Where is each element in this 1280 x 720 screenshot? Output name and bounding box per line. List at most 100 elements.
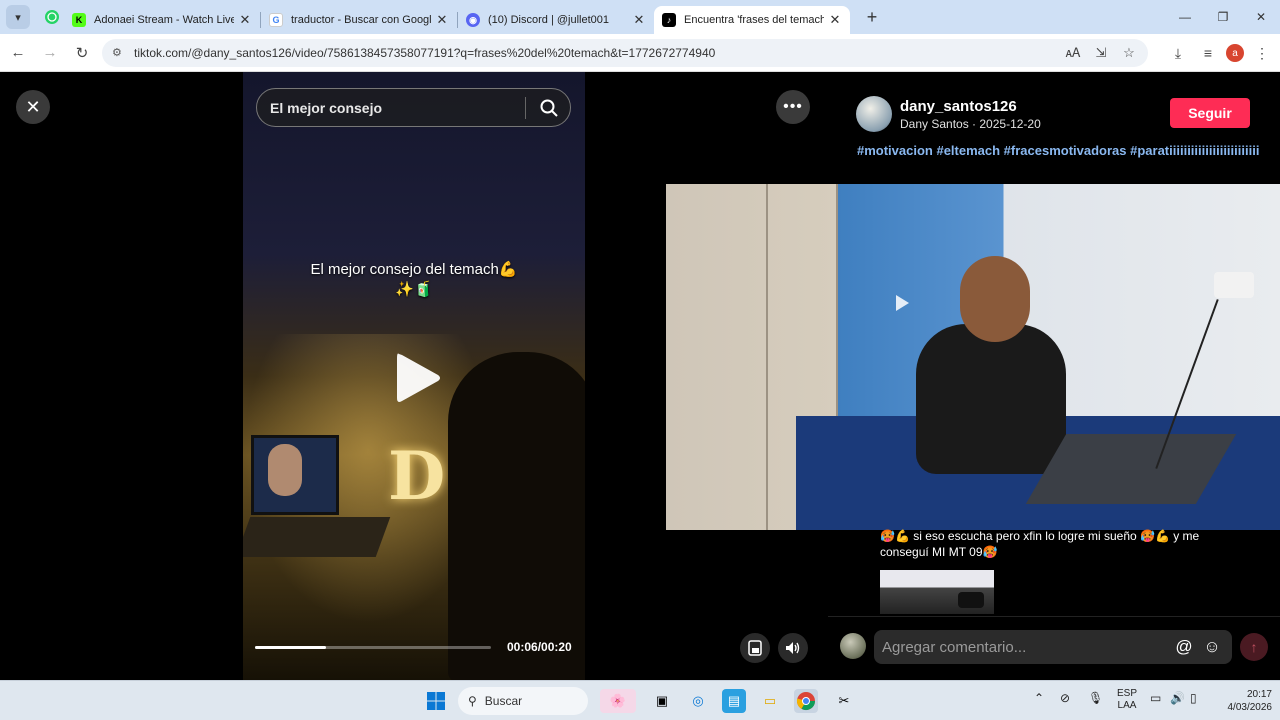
- site-info-icon[interactable]: ⚙: [112, 46, 126, 60]
- pip-toggle-icon: [748, 640, 762, 656]
- tab-tiktok[interactable]: ♪ Encuentra 'frases del temach' e ✕: [654, 6, 850, 34]
- video-lamp-letter: D: [388, 437, 446, 515]
- volume-icon[interactable]: 🔊: [1170, 691, 1185, 705]
- wardrobe-edge: [766, 184, 768, 530]
- battery-icon[interactable]: ▯: [1190, 691, 1197, 705]
- file-explorer-icon[interactable]: ▭: [758, 689, 782, 713]
- close-video-button[interactable]: ✕: [16, 90, 50, 124]
- wifi-icon[interactable]: ▭: [1150, 691, 1161, 705]
- close-tab-icon[interactable]: ✕: [828, 12, 842, 28]
- google-icon: G: [269, 13, 283, 27]
- url-text: tiktok.com/@dany_santos126/video/7586138…: [134, 46, 716, 60]
- tiktok-page: ✕ D El mejor consejo El mejor consejo de…: [0, 72, 1280, 680]
- progress-fill: [255, 646, 326, 649]
- video-time: 00:06/00:20: [507, 640, 572, 654]
- menu-kebab-icon[interactable]: ⋮: [1250, 39, 1274, 67]
- whatsapp-tab-icon[interactable]: [40, 5, 64, 29]
- microphone-icon[interactable]: 🎙: [1088, 691, 1103, 705]
- post-hashtags[interactable]: #motivacion #eltemach #fracesmotivadoras…: [857, 142, 1267, 160]
- pip-toggle-button[interactable]: [740, 633, 770, 663]
- close-window-button[interactable]: ✕: [1242, 0, 1280, 34]
- taskbar-search-label: Buscar: [484, 694, 523, 708]
- search-icon: ⚲: [468, 694, 477, 708]
- windows-taskbar: ⚲ Buscar 🌸 ▣ ◎ ▤ ▭ ✂ ⌃ ⊘ 🎙 ESP LAA ▭ 🔊 ▯…: [0, 680, 1280, 720]
- more-options-button[interactable]: •••: [776, 90, 810, 124]
- widgets-icon[interactable]: 🌸: [600, 689, 636, 713]
- minimize-button[interactable]: —: [1166, 0, 1204, 34]
- chrome-icon[interactable]: [794, 689, 818, 713]
- play-icon[interactable]: [393, 350, 443, 406]
- profile-avatar[interactable]: a: [1226, 44, 1244, 62]
- close-tab-icon[interactable]: ✕: [632, 12, 646, 28]
- install-app-icon[interactable]: ⇲: [1092, 44, 1110, 62]
- author-avatar[interactable]: [856, 96, 892, 132]
- new-tab-button[interactable]: +: [860, 5, 884, 29]
- comment-composer: Agregar comentario... @ ☺ ↑: [828, 616, 1280, 680]
- comment-placeholder: Agregar comentario...: [882, 638, 1027, 656]
- post-author[interactable]: dany_santos126 Dany Santos · 2025-12-20: [856, 96, 1041, 132]
- tab-kick[interactable]: K Adonaei Stream - Watch Live o ✕: [64, 6, 260, 34]
- picture-in-picture-video[interactable]: [666, 184, 1280, 530]
- taskbar-search[interactable]: ⚲ Buscar: [458, 687, 588, 715]
- store-icon[interactable]: ▤: [722, 689, 746, 713]
- mention-icon[interactable]: @: [1174, 637, 1194, 657]
- video-caption: El mejor consejo del temach💪✨🧃: [310, 261, 518, 298]
- user-avatar: [840, 633, 866, 659]
- comment-image[interactable]: [880, 570, 994, 614]
- discord-icon: ◉: [466, 13, 480, 27]
- search-icon[interactable]: [538, 97, 560, 119]
- address-bar-row: ← → ↻ ⚙ tiktok.com/@dany_santos126/video…: [0, 34, 1280, 72]
- windows-logo-icon: [427, 692, 445, 710]
- clock-date: 4/03/2026: [1227, 702, 1273, 713]
- lang-layout: LAA: [1117, 700, 1137, 711]
- video-search-value: El mejor consejo: [270, 99, 383, 116]
- task-view-icon[interactable]: ▣: [650, 689, 674, 713]
- pip-person-body: [916, 324, 1066, 474]
- edge-icon[interactable]: ◎: [686, 689, 710, 713]
- video-progress-bar[interactable]: [255, 646, 491, 649]
- comment-input[interactable]: Agregar comentario... @ ☺: [874, 630, 1232, 664]
- close-tab-icon[interactable]: ✕: [238, 12, 252, 28]
- tray-overflow-icon[interactable]: ⌃: [1034, 691, 1044, 705]
- comment-image-car: [958, 592, 984, 608]
- back-button[interactable]: ←: [4, 39, 32, 67]
- volume-button[interactable]: [778, 633, 808, 663]
- bookmark-star-icon[interactable]: ☆: [1120, 44, 1138, 62]
- close-tab-icon[interactable]: ✕: [435, 12, 449, 28]
- forward-button[interactable]: →: [36, 39, 64, 67]
- start-button[interactable]: [424, 689, 448, 713]
- search-divider: [525, 97, 526, 119]
- video-laptop-face: [268, 444, 302, 496]
- network-off-icon[interactable]: ⊘: [1060, 691, 1070, 705]
- video-search-field[interactable]: El mejor consejo: [256, 88, 571, 127]
- tab-title: Encuentra 'frases del temach' e: [684, 14, 824, 26]
- tab-title: (10) Discord | @jullet001: [488, 14, 610, 26]
- pip-play-icon[interactable]: [894, 294, 910, 312]
- translate-icon[interactable]: 🗚: [1064, 44, 1082, 62]
- kick-icon: K: [72, 13, 86, 27]
- video-silhouette: [448, 352, 585, 680]
- pip-person-head: [960, 256, 1030, 342]
- pip-wall-plug: [1214, 272, 1254, 298]
- video-player[interactable]: D El mejor consejo El mejor consejo del …: [243, 72, 585, 680]
- tab-strip: ▾ K Adonaei Stream - Watch Live o ✕ G tr…: [0, 0, 1280, 34]
- download-icon[interactable]: ⤓: [1166, 39, 1190, 67]
- send-comment-button[interactable]: ↑: [1240, 633, 1268, 661]
- tab-google[interactable]: G traductor - Buscar con Google ✕: [261, 6, 457, 34]
- reload-button[interactable]: ↻: [68, 39, 96, 67]
- tab-title: traductor - Buscar con Google: [291, 14, 431, 26]
- clock-time: 20:17: [1246, 689, 1272, 700]
- maximize-button[interactable]: ❐: [1204, 0, 1242, 34]
- url-field[interactable]: ⚙ tiktok.com/@dany_santos126/video/75861…: [102, 39, 1148, 67]
- snipping-tool-icon[interactable]: ✂: [832, 689, 856, 713]
- follow-button[interactable]: Seguir: [1170, 98, 1250, 128]
- media-control-icon[interactable]: ≡: [1196, 39, 1220, 67]
- tab-title: Adonaei Stream - Watch Live o: [94, 14, 234, 26]
- system-clock[interactable]: 20:17 4/03/2026: [1222, 688, 1273, 714]
- tab-discord[interactable]: ◉ (10) Discord | @jullet001 ✕: [458, 6, 654, 34]
- author-handle[interactable]: dany_santos126: [900, 98, 1041, 115]
- tab-search-button[interactable]: ▾: [6, 5, 30, 29]
- video-laptop: [251, 435, 339, 515]
- emoji-icon[interactable]: ☺: [1202, 637, 1222, 657]
- language-indicator[interactable]: ESP LAA: [1116, 688, 1138, 712]
